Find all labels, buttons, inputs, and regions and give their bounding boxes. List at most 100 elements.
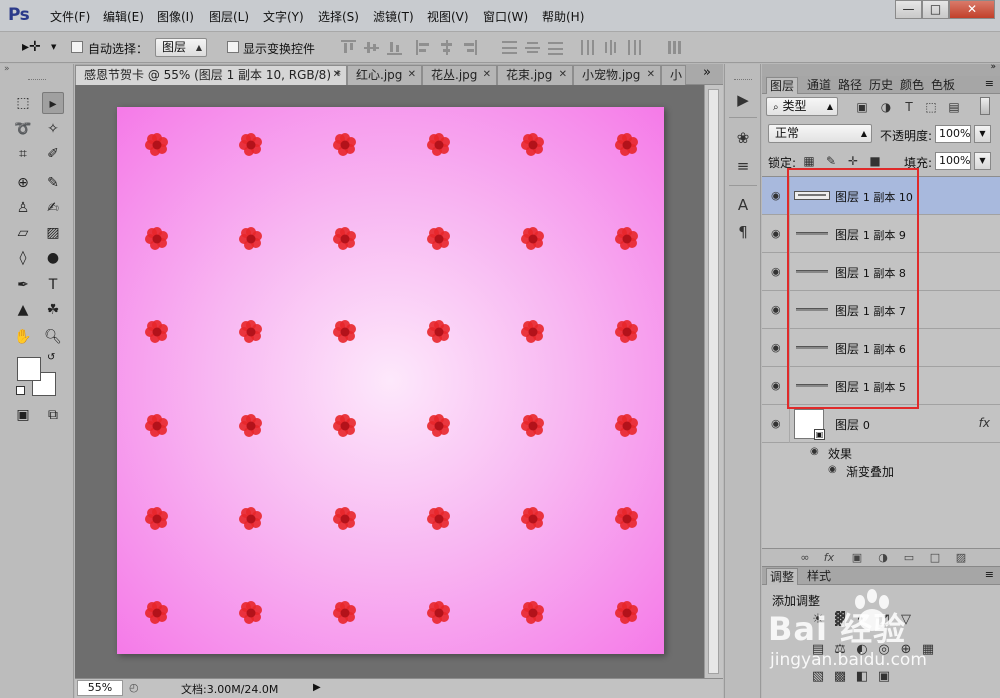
channel-mixer-icon[interactable]: ⊕ — [898, 642, 914, 658]
magic-wand-tool-icon[interactable]: ✧ — [42, 118, 64, 140]
dock-grip[interactable] — [734, 79, 752, 82]
zoom-level-field[interactable]: 55% — [77, 680, 123, 696]
tab-close-icon[interactable]: ✕ — [559, 66, 567, 84]
layer-effects-badge[interactable]: fx — [979, 416, 990, 430]
layer-row[interactable]: ◉ 图层 1 副本 8 — [762, 253, 1000, 291]
status-menu-arrow-icon[interactable]: ▶ — [313, 682, 321, 693]
align-top-icon[interactable] — [341, 40, 356, 55]
clone-stamp-tool-icon[interactable]: ♙ — [12, 197, 34, 219]
toolbar-grip[interactable] — [28, 79, 46, 82]
invert-icon[interactable]: ▧ — [810, 669, 826, 685]
tab-styles[interactable]: 样式 — [804, 568, 834, 585]
screen-mode-icon[interactable]: ⧉ — [42, 404, 64, 426]
tab-color[interactable]: 颜色 — [897, 77, 927, 94]
distribute-vcenter-icon[interactable] — [525, 40, 540, 55]
menu-layer[interactable]: 图层(L) — [209, 8, 249, 25]
show-transform-checkbox[interactable] — [227, 41, 239, 53]
menu-file[interactable]: 文件(F) — [50, 8, 90, 25]
marquee-tool-icon[interactable]: ⬚ — [12, 92, 34, 114]
auto-select-checkbox[interactable] — [71, 41, 83, 53]
effect-item-row[interactable]: ◉ 渐变叠加 — [762, 461, 1000, 479]
brush-panel-icon[interactable]: ❀ — [733, 128, 753, 148]
tab-history[interactable]: 历史 — [866, 77, 896, 94]
new-group-icon[interactable]: ▭ — [902, 551, 916, 565]
visibility-eye-icon[interactable]: ◉ — [771, 265, 783, 278]
tab-layers[interactable]: 图层 — [766, 77, 799, 94]
link-layers-icon[interactable]: ∞ — [798, 551, 812, 565]
effects-eye-icon[interactable]: ◉ — [810, 446, 819, 457]
layer-row[interactable]: ◉ 图层 1 副本 5 — [762, 367, 1000, 405]
add-style-icon[interactable]: fx — [822, 551, 836, 565]
custom-shape-tool-icon[interactable]: ☘ — [42, 299, 64, 321]
exposure-icon[interactable]: ◩ — [876, 612, 892, 628]
tab-paths[interactable]: 路径 — [835, 77, 865, 94]
tab-adjustments[interactable]: 调整 — [766, 568, 799, 585]
new-adjustment-icon[interactable]: ◑ — [876, 551, 890, 565]
visibility-eye-icon[interactable]: ◉ — [771, 227, 783, 240]
maximize-button[interactable]: □ — [922, 0, 949, 19]
panel-collapse-icon[interactable]: » — [990, 62, 996, 72]
tab-huashu[interactable]: 花束.jpg ✕ — [497, 65, 573, 85]
filter-shape-icon[interactable]: ⬚ — [924, 100, 938, 114]
lock-all-icon[interactable]: ■ — [868, 154, 882, 168]
eyedropper-tool-icon[interactable]: ✐ — [42, 143, 64, 165]
filter-type-icon[interactable]: T — [902, 100, 916, 114]
tool-preset-dropdown-icon[interactable]: ▼ — [51, 43, 56, 51]
color-lookup-icon[interactable]: ▦ — [920, 642, 936, 658]
visibility-eye-icon[interactable]: ◉ — [771, 303, 783, 316]
levels-icon[interactable]: ▓ — [832, 612, 848, 628]
move-tool-preset-icon[interactable]: ▸✛ — [22, 39, 41, 55]
tab-document-active[interactable]: 感恩节贺卡 @ 55% (图层 1 副本 10, RGB/8) * ✕ — [75, 65, 347, 85]
tabs-overflow-icon[interactable]: » — [703, 65, 711, 80]
quick-mask-icon[interactable]: ▣ — [12, 404, 34, 426]
effect-eye-icon[interactable]: ◉ — [828, 464, 837, 475]
visibility-eye-icon[interactable]: ◉ — [771, 341, 783, 354]
blend-mode-select[interactable]: 正常 ▲ — [768, 124, 872, 143]
tab-close-icon[interactable]: ✕ — [408, 66, 416, 84]
move-tool-icon[interactable]: ▸ — [42, 92, 64, 114]
gradient-tool-icon[interactable]: ▨ — [42, 222, 64, 244]
tab-swatches[interactable]: 色板 — [928, 77, 958, 94]
foreground-color-swatch[interactable] — [17, 357, 41, 381]
black-white-icon[interactable]: ◐ — [854, 642, 870, 658]
filter-pixel-icon[interactable]: ▣ — [855, 100, 869, 114]
brush-tool-icon[interactable]: ✎ — [42, 172, 64, 194]
fill-dropdown-icon[interactable]: ▼ — [974, 152, 991, 170]
auto-align-layers-icon[interactable] — [667, 40, 682, 55]
tab-xiaochongwu[interactable]: 小宠物.jpg ✕ — [573, 65, 661, 85]
menu-help[interactable]: 帮助(H) — [542, 8, 584, 25]
auto-select-target-select[interactable]: 图层 ▲ — [155, 38, 207, 57]
brush-presets-icon[interactable]: ≡ — [733, 156, 753, 176]
align-left-icon[interactable] — [416, 40, 431, 55]
new-layer-icon[interactable]: □ — [928, 551, 942, 565]
crop-tool-icon[interactable]: ⌗ — [12, 143, 34, 165]
layer-row[interactable]: ◉ 图层 1 副本 7 — [762, 291, 1000, 329]
delete-layer-icon[interactable]: ▨ — [954, 551, 968, 565]
tab-close-icon[interactable]: ✕ — [647, 66, 655, 84]
blur-tool-icon[interactable]: ◊ — [12, 247, 34, 269]
menu-type[interactable]: 文字(Y) — [263, 8, 304, 25]
opacity-field[interactable]: 100% — [935, 125, 971, 143]
menu-edit[interactable]: 编辑(E) — [103, 8, 144, 25]
posterize-icon[interactable]: ▩ — [832, 669, 848, 685]
pen-tool-icon[interactable]: ✒ — [12, 274, 34, 296]
close-button[interactable]: ✕ — [949, 0, 995, 19]
effects-group-row[interactable]: ◉ 效果 — [762, 443, 1000, 461]
align-vcenter-icon[interactable] — [364, 40, 379, 55]
opacity-dropdown-icon[interactable]: ▼ — [974, 125, 991, 143]
tab-huacong[interactable]: 花丛.jpg ✕ — [422, 65, 497, 85]
tab-close-icon[interactable]: ✕ — [483, 66, 491, 84]
adjust-panel-menu-icon[interactable]: ≡ — [985, 568, 994, 581]
color-balance-icon[interactable]: ⚖ — [832, 642, 848, 658]
type-tool-icon[interactable]: T — [42, 274, 64, 296]
status-info-icon[interactable]: ◴ — [129, 681, 139, 694]
paragraph-panel-icon[interactable]: ¶ — [733, 222, 753, 242]
character-panel-icon[interactable]: A — [733, 195, 753, 215]
menu-image[interactable]: 图像(I) — [157, 8, 194, 25]
threshold-icon[interactable]: ◧ — [854, 669, 870, 685]
layer-filter-select[interactable]: ⌕ 类型 ▲ — [766, 97, 838, 116]
vertical-scrollbar[interactable] — [704, 85, 723, 678]
menu-view[interactable]: 视图(V) — [427, 8, 469, 25]
default-colors-icon[interactable] — [16, 386, 25, 395]
history-brush-tool-icon[interactable]: ✍ — [42, 197, 64, 219]
